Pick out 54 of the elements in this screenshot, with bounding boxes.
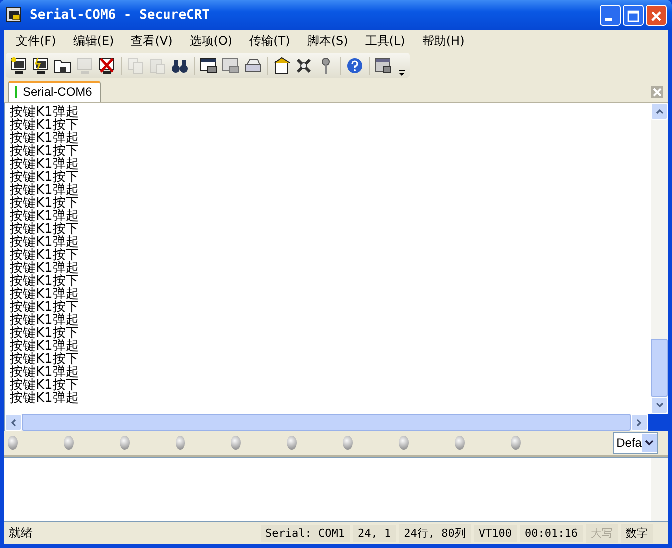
scroll-left-button[interactable] xyxy=(5,414,22,431)
status-field: 就绪 xyxy=(4,522,258,544)
menu-item[interactable]: 帮助(H) xyxy=(414,32,473,50)
status-field: 00:01:16 xyxy=(520,524,583,542)
status-field: 大写 xyxy=(586,524,618,542)
computer-icon[interactable] xyxy=(98,57,116,75)
app-icon xyxy=(6,7,22,23)
caret-icon xyxy=(644,440,654,446)
button-bar-button[interactable] xyxy=(287,436,298,450)
scroll-right-button[interactable] xyxy=(631,414,648,431)
button-bar-button[interactable] xyxy=(176,436,186,450)
close-icon[interactable] xyxy=(651,86,663,98)
status-field: 数字 xyxy=(621,524,653,542)
maximize-button[interactable] xyxy=(623,4,644,26)
minimize-icon xyxy=(605,18,612,20)
status-field: 24行, 80列 xyxy=(399,524,471,542)
status-field: Serial: COM1 xyxy=(260,524,350,542)
session-tab[interactable]: Serial-COM6 xyxy=(8,81,102,102)
window-title: Serial-COM6 - SecureCRT xyxy=(30,8,210,22)
overflow-icon[interactable] xyxy=(398,69,406,77)
menu-item[interactable]: 文件(F) xyxy=(8,32,64,50)
menu-item[interactable]: 传输(T) xyxy=(242,32,298,50)
terminal-output: 按键K1弹起 按键K1按下 按键K1弹起 按键K1按下 按键K1弹起 按键K1按下 按键K1弹起 按键K1按下 按键K1弹起 按键K1按下 按键K1弹起 按键K1按下 按键K1弹起 按键K1按下 按键K1弹起 按键K1按下 按键K1弹起 按键K1按下 按键K1弹起 按键K1按下 按键K1弹起 按键K1按下 按键K1弹起 xyxy=(9,104,80,408)
button-bar-button[interactable] xyxy=(120,436,130,450)
window-icon[interactable] xyxy=(375,57,393,75)
button-bar-button[interactable] xyxy=(343,436,354,450)
printer-icon[interactable] xyxy=(244,57,262,75)
button-bar-button[interactable] xyxy=(231,436,242,450)
button-bar-button[interactable] xyxy=(510,436,521,450)
menu-item[interactable]: 编辑(E) xyxy=(65,32,122,50)
close-button[interactable] xyxy=(646,4,667,26)
menu-item[interactable]: 查看(V) xyxy=(123,32,181,50)
button-bar-button[interactable] xyxy=(399,436,409,450)
scroll-thumb[interactable] xyxy=(651,339,668,397)
scroll-up-button[interactable] xyxy=(651,103,668,120)
computer-icon[interactable] xyxy=(32,57,50,75)
help-icon[interactable] xyxy=(346,57,364,75)
menu-item[interactable]: 选项(O) xyxy=(182,32,241,50)
status-field: VT100 xyxy=(474,524,518,542)
vertical-scrollbar[interactable] xyxy=(651,103,668,414)
tools-icon[interactable] xyxy=(295,57,313,75)
scroll-down-button[interactable] xyxy=(651,397,668,414)
button-bar-button[interactable] xyxy=(64,436,74,450)
button-bar-dropdown[interactable]: Defa xyxy=(612,432,658,454)
vertical-scrollbar[interactable] xyxy=(651,458,668,521)
computer-icon[interactable] xyxy=(10,57,28,75)
binoculars-icon[interactable] xyxy=(171,57,189,75)
menu-item[interactable]: 脚本(S) xyxy=(299,32,356,50)
minimize-button[interactable] xyxy=(600,4,621,26)
window-icon[interactable] xyxy=(200,57,218,75)
status-field: 24, 1 xyxy=(353,524,396,542)
button-bar-button[interactable] xyxy=(8,436,18,450)
menu-item[interactable]: 工具(L) xyxy=(357,32,414,50)
button-bar-button[interactable] xyxy=(454,436,465,450)
